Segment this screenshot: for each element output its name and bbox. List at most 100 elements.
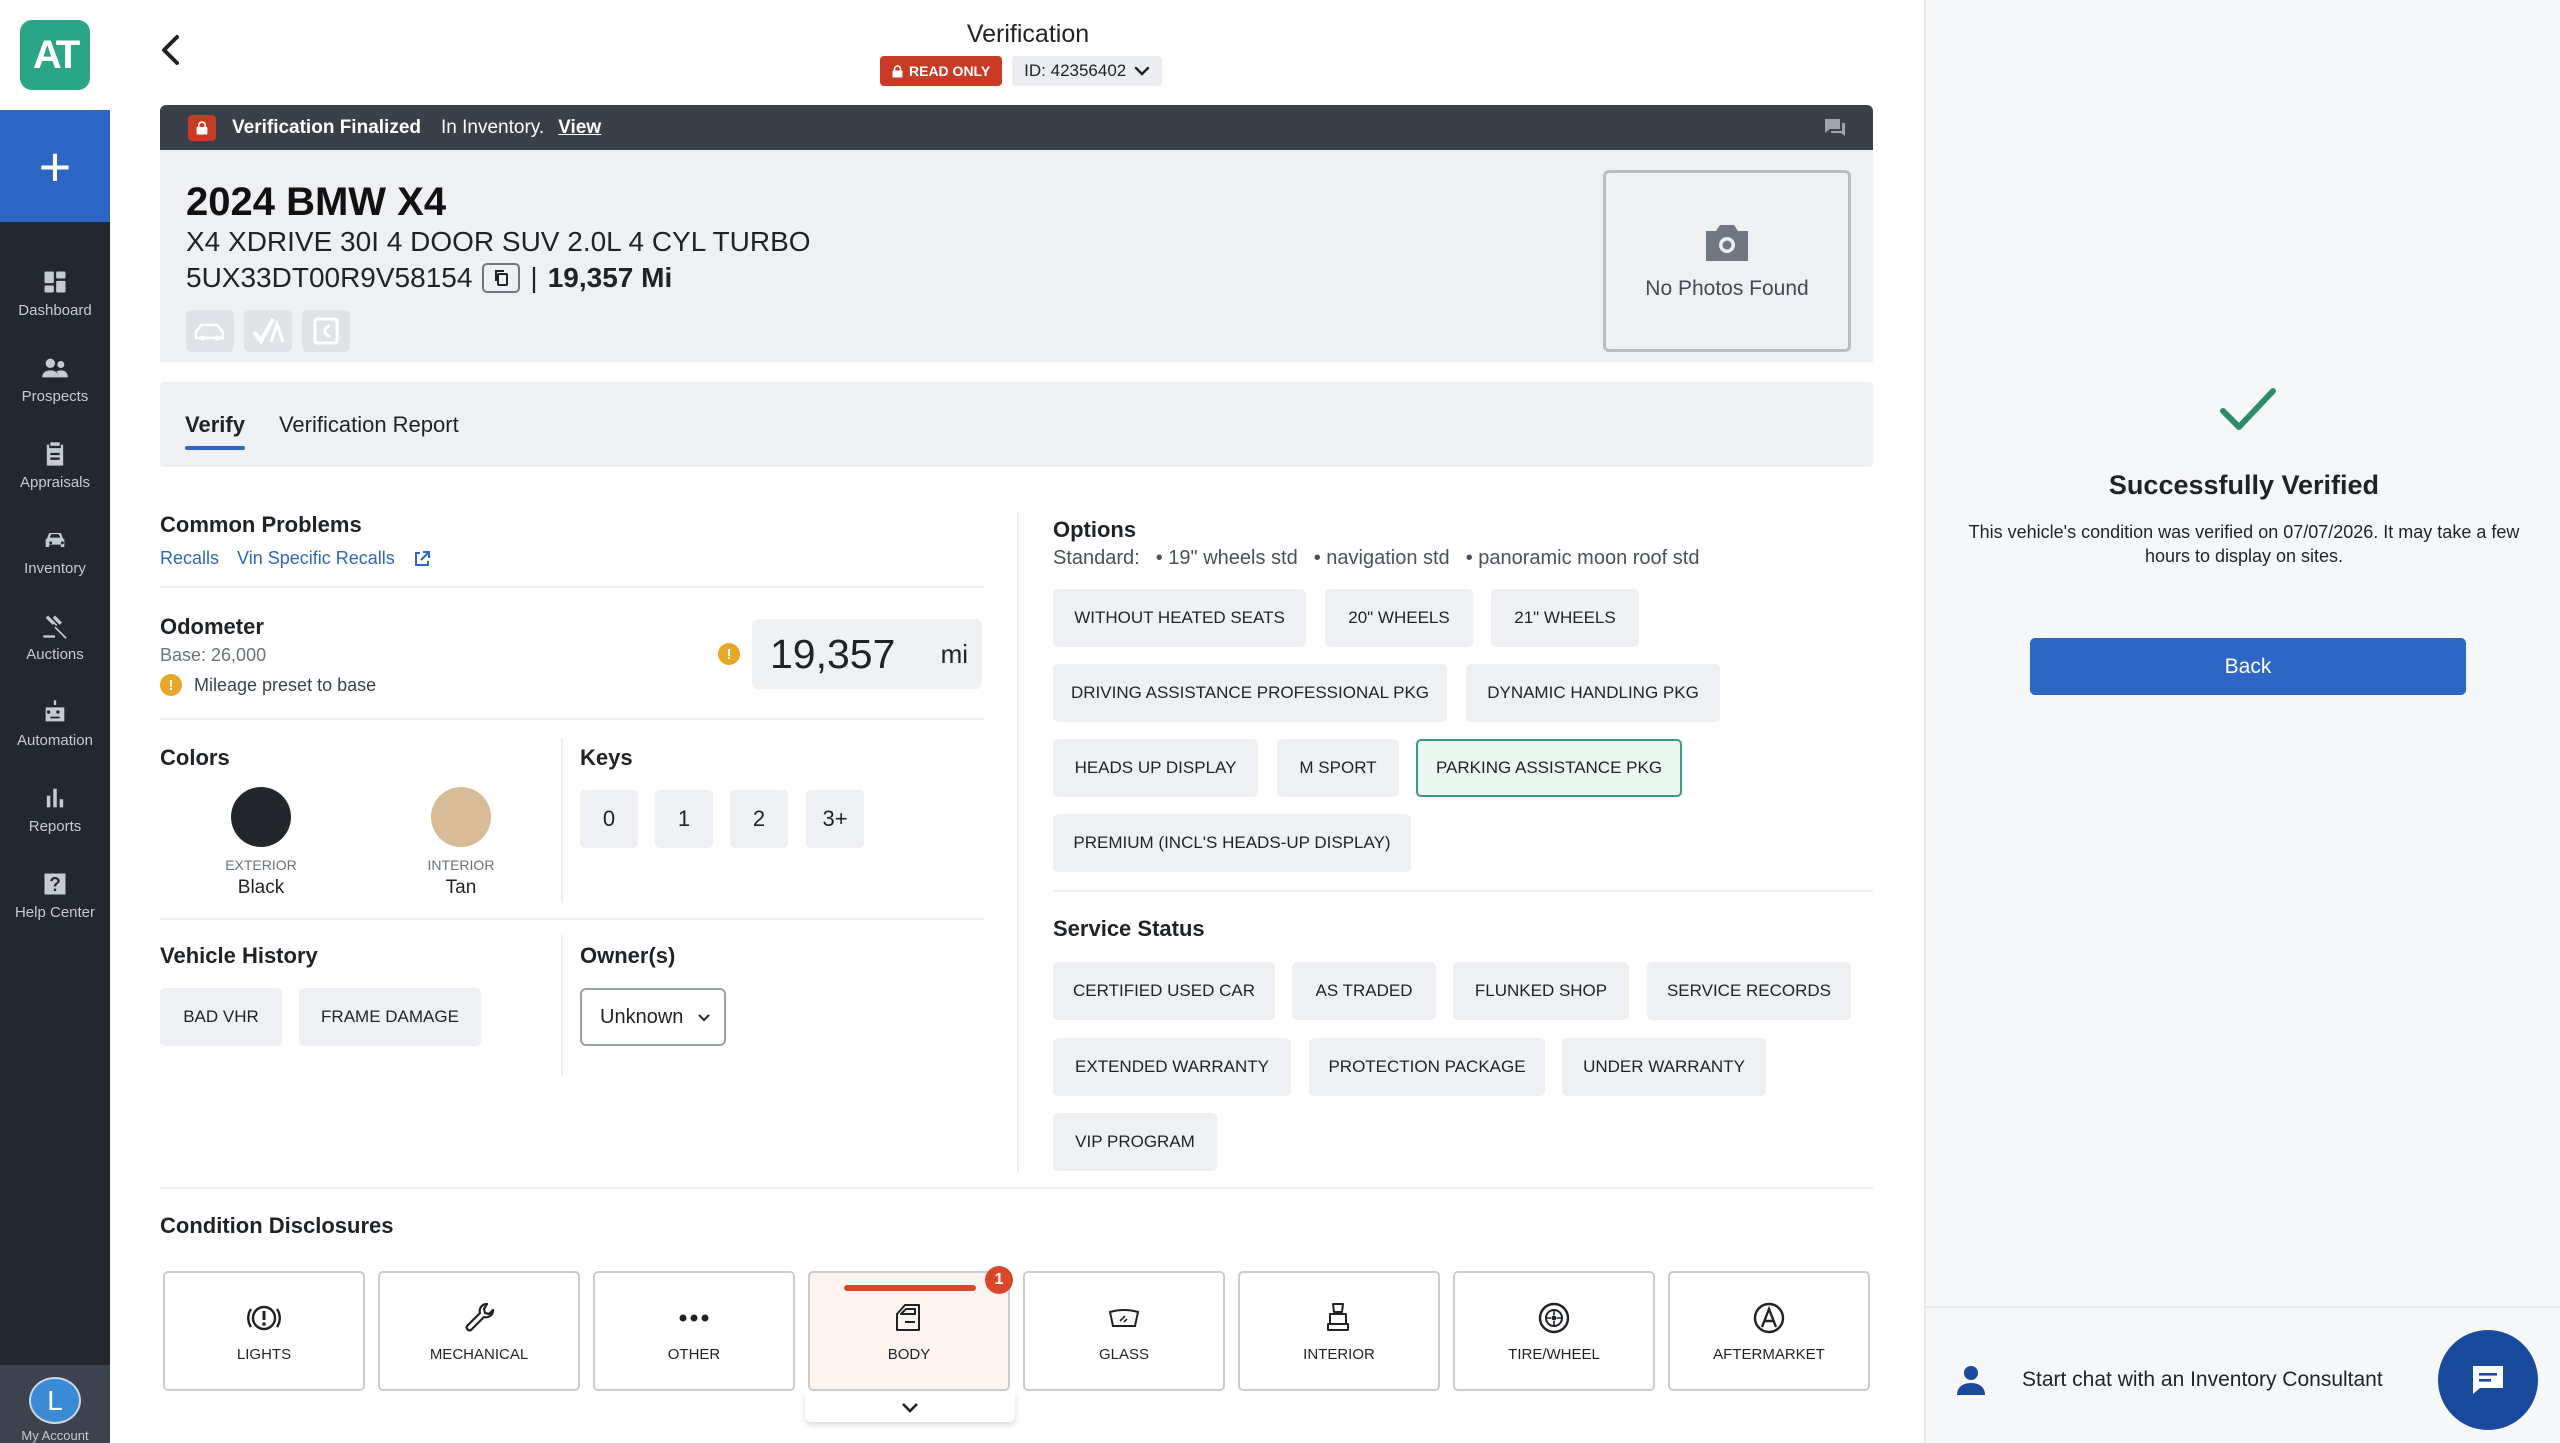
option-chip-selected[interactable]: PARKING ASSISTANCE PKG (1416, 739, 1682, 797)
odometer-input[interactable]: 19,357 mi (752, 619, 982, 689)
gavel-icon (43, 615, 67, 639)
history-bad-vhr[interactable]: BAD VHR (160, 988, 282, 1046)
car-report-icon[interactable] (186, 310, 234, 352)
service-chip[interactable]: CERTIFIED USED CAR (1053, 962, 1275, 1020)
vin-specific-recalls-link[interactable]: Vin Specific Recalls (237, 548, 395, 569)
condition-label: AFTERMARKET (1713, 1345, 1825, 1363)
exterior-label: EXTERIOR (225, 857, 297, 873)
divider (561, 935, 563, 1075)
more-icon (679, 1314, 709, 1321)
person-icon (1957, 1366, 1985, 1395)
sidebar-item-inventory[interactable]: Inventory (0, 508, 110, 594)
vehicle-title: 2024 BMW X4 (186, 180, 447, 224)
condition-card-glass[interactable]: GLASS (1023, 1271, 1225, 1391)
keys-option-3plus[interactable]: 3+ (806, 790, 864, 848)
check-icon (2220, 388, 2276, 430)
mileage-preset-note: ! Mileage preset to base (160, 674, 376, 696)
option-chip[interactable]: DRIVING ASSISTANCE PROFESSIONAL PKG (1053, 664, 1447, 722)
divider (561, 738, 563, 903)
avatar: L (29, 1377, 81, 1424)
verification-status-bar: Verification Finalized In Inventory. Vie… (160, 105, 1873, 150)
no-photos-box[interactable]: No Photos Found (1603, 170, 1851, 352)
id-dropdown[interactable]: ID: 42356402 (1012, 56, 1163, 86)
my-account[interactable]: L My Account (0, 1365, 110, 1443)
sidebar-item-auctions[interactable]: Auctions (0, 594, 110, 680)
option-chip[interactable]: DYNAMIC HANDLING PKG (1466, 664, 1720, 722)
option-chip[interactable]: M SPORT (1277, 739, 1399, 797)
recalls-link[interactable]: Recalls (160, 548, 219, 569)
sidebar-item-label: Auctions (26, 645, 84, 663)
condition-card-lights[interactable]: LIGHTS (163, 1271, 365, 1391)
sidebar-item-dashboard[interactable]: Dashboard (0, 250, 110, 336)
lock-icon (892, 64, 903, 77)
option-chip[interactable]: 21" WHEELS (1491, 589, 1639, 647)
sidebar-item-reports[interactable]: Reports (0, 766, 110, 852)
external-link-icon[interactable] (413, 550, 431, 568)
owners-selected: Unknown (600, 1005, 684, 1028)
sidebar-item-prospects[interactable]: Prospects (0, 336, 110, 422)
keys-option-2[interactable]: 2 (730, 790, 788, 848)
carfax-icon[interactable] (302, 310, 350, 352)
option-chip[interactable]: 20" WHEELS (1325, 589, 1473, 647)
tab-verify[interactable]: Verify (185, 402, 245, 450)
option-chip[interactable]: PREMIUM (INCL'S HEADS-UP DISPLAY) (1053, 814, 1411, 872)
success-title: Successfully Verified (2108, 470, 2380, 500)
back-button[interactable]: Back (2030, 638, 2466, 695)
option-chip[interactable]: HEADS UP DISPLAY (1053, 739, 1258, 797)
clipboard-icon (46, 441, 64, 466)
windshield-icon (1108, 1308, 1140, 1327)
service-chip[interactable]: EXTENDED WARRANTY (1053, 1038, 1291, 1096)
chat-bubble-icon (2473, 1366, 2503, 1394)
sidebar-nav: AT + Dashboard Prospects Appraisals Inve… (0, 0, 110, 1443)
service-chip[interactable]: PROTECTION PACKAGE (1309, 1038, 1545, 1096)
add-button[interactable]: + (0, 110, 110, 222)
chat-button[interactable] (2438, 1330, 2538, 1430)
service-chip[interactable]: FLUNKED SHOP (1453, 962, 1629, 1020)
copy-icon (495, 270, 509, 286)
history-frame-damage[interactable]: FRAME DAMAGE (299, 988, 481, 1046)
body-count-badge: 1 (985, 1266, 1013, 1294)
interior-color-caption: INTERIOR Tan (391, 857, 531, 899)
sidebar-item-automation[interactable]: Automation (0, 680, 110, 766)
view-link[interactable]: View (558, 117, 601, 139)
condition-card-interior[interactable]: INTERIOR (1238, 1271, 1440, 1391)
interior-color-swatch[interactable] (431, 787, 491, 847)
tab-verification-report[interactable]: Verification Report (279, 402, 459, 448)
exterior-value: Black (237, 877, 285, 898)
owners-select[interactable]: Unknown (580, 988, 726, 1046)
mileage-preset-text: Mileage preset to base (194, 674, 377, 695)
odometer-base: Base: 26,000 (160, 645, 267, 665)
standard-label: Standard: (1053, 547, 1140, 569)
seat-icon (1327, 1302, 1349, 1331)
divider (1926, 1306, 2560, 1308)
exterior-color-swatch[interactable] (231, 787, 291, 847)
sidebar-item-appraisals[interactable]: Appraisals (0, 422, 110, 508)
body-expand-toggle[interactable] (805, 1392, 1015, 1422)
car-icon (45, 532, 65, 547)
keys-option-1[interactable]: 1 (655, 790, 713, 848)
condition-card-body[interactable]: BODY (808, 1271, 1010, 1391)
interior-label: INTERIOR (427, 857, 495, 873)
start-chat-link[interactable]: Start chat with an Inventory Consultant (1956, 1364, 2383, 1396)
service-chip[interactable]: UNDER WARRANTY (1562, 1038, 1766, 1096)
service-chip[interactable]: AS TRADED (1292, 962, 1436, 1020)
condition-label: TIRE/WHEEL (1508, 1345, 1600, 1363)
comments-icon[interactable] (1823, 117, 1847, 139)
bar-chart-icon (46, 788, 64, 807)
service-chip[interactable]: VIP PROGRAM (1053, 1113, 1217, 1171)
sidebar-item-help-center[interactable]: Help Center (0, 852, 110, 938)
keys-option-0[interactable]: 0 (580, 790, 638, 848)
condition-card-aftermarket[interactable]: AFTERMARKET (1668, 1271, 1870, 1391)
vehicle-card: 2024 BMW X4 X4 XDRIVE 30I 4 DOOR SUV 2.0… (160, 150, 1873, 362)
condition-card-tire-wheel[interactable]: TIRE/WHEEL (1453, 1271, 1655, 1391)
divider (1053, 890, 1873, 892)
condition-card-other[interactable]: OTHER (593, 1271, 795, 1391)
app-logo[interactable]: AT (0, 0, 110, 110)
condition-card-mechanical[interactable]: MECHANICAL (378, 1271, 580, 1391)
option-chip[interactable]: WITHOUT HEATED SEATS (1053, 589, 1306, 647)
common-problems-title: Common Problems (160, 512, 362, 537)
service-chip[interactable]: SERVICE RECORDS (1647, 962, 1851, 1020)
odometer-value: 19,357 (770, 630, 896, 677)
autocheck-icon[interactable] (244, 310, 292, 352)
copy-vin-button[interactable] (482, 263, 521, 293)
